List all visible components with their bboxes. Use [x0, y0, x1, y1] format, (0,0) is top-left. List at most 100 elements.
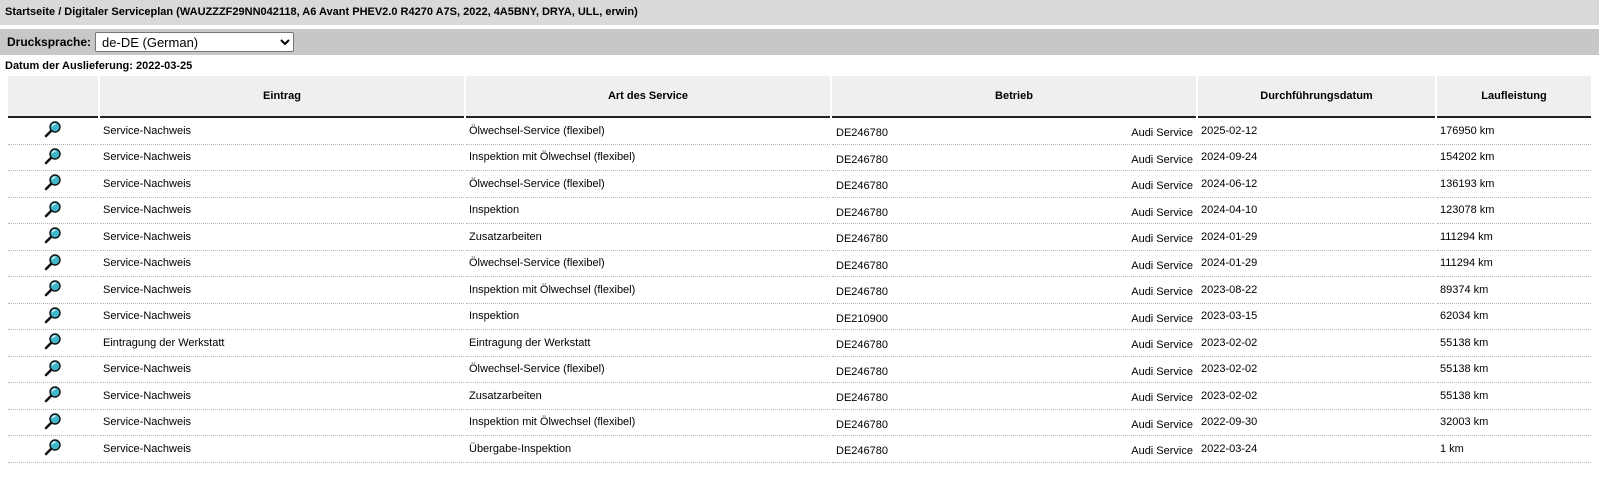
dealer-cell: DE246780 Audi Service: [832, 410, 1196, 436]
column-header-service-type[interactable]: Art des Service: [466, 76, 830, 118]
row-detail-cell[interactable]: [8, 383, 98, 410]
magnifier-icon[interactable]: [44, 359, 62, 377]
dealer-code: DE246780: [836, 339, 888, 351]
dealer-cell: DE246780 Audi Service: [832, 383, 1196, 410]
magnifier-icon[interactable]: [44, 385, 62, 403]
table-row[interactable]: Service-Nachweis Übergabe-Inspektion DE246…: [8, 436, 1591, 463]
delivery-date: Datum der Auslieferung: 2022-03-25: [5, 60, 193, 72]
dealer-cell: DE246780 Audi Service: [832, 198, 1196, 224]
table-row[interactable]: Service-Nachweis Inspektion mit Ölwechsel…: [8, 410, 1591, 436]
magnifier-icon[interactable]: [44, 279, 62, 297]
table-row[interactable]: Service-Nachweis Ölwechsel-Service (flexi…: [8, 118, 1591, 145]
dealer-cell: DE246780 Audi Service: [832, 224, 1196, 251]
column-header-dealer[interactable]: Betrieb: [832, 76, 1196, 118]
table-row[interactable]: Service-Nachweis Ölwechsel-Service (flexi…: [8, 251, 1591, 277]
magnifier-icon[interactable]: [44, 147, 62, 165]
dealer-code: DE246780: [836, 153, 888, 166]
dealer-cell: DE246780 Audi Service: [832, 436, 1196, 463]
dealer-name: Audi Service: [1131, 233, 1193, 245]
service-type-cell: Inspektion: [466, 304, 830, 330]
table-row[interactable]: Service-Nachweis Inspektion DE246780 Audi S…: [8, 198, 1591, 224]
service-type-cell: Zusatzarbeiten: [466, 224, 830, 251]
magnifier-icon[interactable]: [44, 412, 62, 430]
dealer-code: DE246780: [836, 259, 888, 272]
column-header-mileage[interactable]: Laufleistung: [1437, 76, 1591, 118]
magnifier-icon[interactable]: [44, 200, 62, 218]
mileage-cell: 89374 km: [1437, 277, 1591, 304]
row-detail-cell[interactable]: [8, 171, 98, 198]
entry-cell: Service-Nachweis: [100, 304, 464, 330]
dealer-name: Audi Service: [1131, 259, 1193, 272]
row-detail-cell[interactable]: [8, 436, 98, 463]
entry-cell: Service-Nachweis: [100, 436, 464, 463]
entry-cell: Service-Nachweis: [100, 251, 464, 277]
magnifier-icon[interactable]: [44, 120, 62, 138]
service-type-cell: Ölwechsel-Service (flexibel): [466, 171, 830, 198]
magnifier-icon[interactable]: [44, 332, 62, 350]
row-detail-cell[interactable]: [8, 145, 98, 171]
table-row[interactable]: Service-Nachweis Inspektion mit Ölwechsel…: [8, 277, 1591, 304]
dealer-name: Audi Service: [1131, 127, 1193, 139]
row-detail-cell[interactable]: [8, 357, 98, 383]
service-table: Eintrag Art des Service Betrieb Durchfüh…: [6, 76, 1593, 463]
mileage-cell: 176950 km: [1437, 118, 1591, 145]
dealer-name: Audi Service: [1131, 339, 1193, 351]
service-type-cell: Inspektion: [466, 198, 830, 224]
dealer-name: Audi Service: [1131, 445, 1193, 457]
mileage-cell: 55138 km: [1437, 357, 1591, 383]
row-detail-cell[interactable]: [8, 198, 98, 224]
dealer-code: DE246780: [836, 127, 888, 139]
entry-cell: Service-Nachweis: [100, 145, 464, 171]
service-type-cell: Ölwechsel-Service (flexibel): [466, 118, 830, 145]
table-row[interactable]: Service-Nachweis Zusatzarbeiten DE246780 Au…: [8, 224, 1591, 251]
mileage-cell: 123078 km: [1437, 198, 1591, 224]
dealer-cell: DE246780 Audi Service: [832, 118, 1196, 145]
mileage-cell: 62034 km: [1437, 304, 1591, 330]
table-row[interactable]: Service-Nachweis Ölwechsel-Service (flexi…: [8, 171, 1591, 198]
entry-cell: Service-Nachweis: [100, 410, 464, 436]
column-header-date[interactable]: Durchführungsdatum: [1198, 76, 1435, 118]
service-type-cell: Inspektion mit Ölwechsel (flexibel): [466, 145, 830, 171]
date-cell: 2023-08-22: [1198, 277, 1435, 304]
magnifier-icon[interactable]: [44, 306, 62, 324]
row-detail-cell[interactable]: [8, 251, 98, 277]
row-detail-cell[interactable]: [8, 277, 98, 304]
row-detail-cell[interactable]: [8, 118, 98, 145]
table-row[interactable]: Eintragung der Werkstatt Eintragung der W…: [8, 330, 1591, 357]
dealer-cell: DE246780 Audi Service: [832, 277, 1196, 304]
magnifier-icon[interactable]: [44, 253, 62, 271]
dealer-name: Audi Service: [1131, 180, 1193, 192]
breadcrumb: Startseite / Digitaler Serviceplan (WAUZ…: [0, 0, 1599, 25]
entry-cell: Service-Nachweis: [100, 198, 464, 224]
magnifier-icon[interactable]: [44, 226, 62, 244]
print-language-bar: Drucksprache: de-DE (German): [0, 29, 1599, 55]
dealer-cell: DE246780 Audi Service: [832, 145, 1196, 171]
row-detail-cell[interactable]: [8, 224, 98, 251]
mileage-cell: 154202 km: [1437, 145, 1591, 171]
table-row[interactable]: Service-Nachweis Ölwechsel-Service (flexi…: [8, 357, 1591, 383]
mileage-cell: 111294 km: [1437, 251, 1591, 277]
entry-cell: Service-Nachweis: [100, 357, 464, 383]
table-row[interactable]: Service-Nachweis Inspektion mit Ölwechsel…: [8, 145, 1591, 171]
entry-cell: Service-Nachweis: [100, 224, 464, 251]
magnifier-icon[interactable]: [44, 438, 62, 456]
dealer-name: Audi Service: [1131, 286, 1193, 298]
entry-cell: Service-Nachweis: [100, 277, 464, 304]
magnifier-icon[interactable]: [44, 173, 62, 191]
mileage-cell: 55138 km: [1437, 330, 1591, 357]
column-header-entry[interactable]: Eintrag: [100, 76, 464, 118]
print-language-label: Drucksprache:: [7, 35, 92, 49]
dealer-name: Audi Service: [1131, 153, 1193, 166]
dealer-code: DE246780: [836, 445, 888, 457]
dealer-name: Audi Service: [1131, 365, 1193, 378]
row-detail-cell[interactable]: [8, 304, 98, 330]
dealer-code: DE246780: [836, 206, 888, 219]
table-row[interactable]: Service-Nachweis Inspektion DE210900 Audi S…: [8, 304, 1591, 330]
dealer-name: Audi Service: [1131, 392, 1193, 404]
print-language-select[interactable]: de-DE (German): [95, 32, 295, 52]
table-row[interactable]: Service-Nachweis Zusatzarbeiten DE246780 Au…: [8, 383, 1591, 410]
row-detail-cell[interactable]: [8, 330, 98, 357]
date-cell: 2022-03-24: [1198, 436, 1435, 463]
row-detail-cell[interactable]: [8, 410, 98, 436]
mileage-cell: 1 km: [1437, 436, 1591, 463]
